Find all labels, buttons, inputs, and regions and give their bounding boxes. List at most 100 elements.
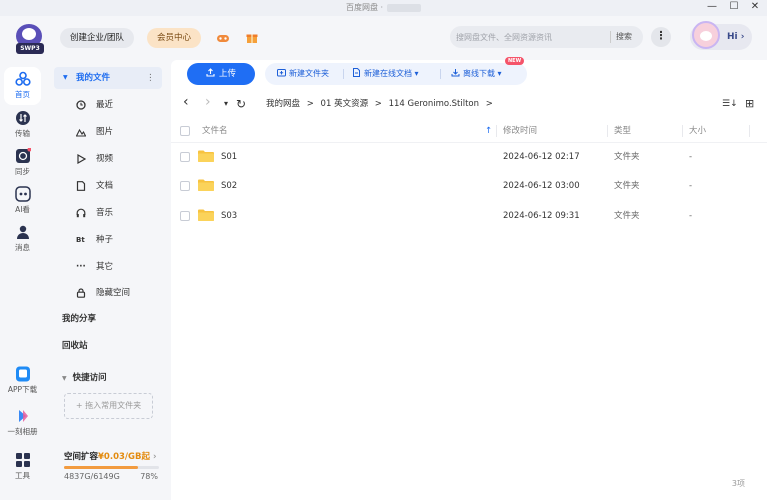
row-checkbox[interactable] [180,211,190,221]
search-input[interactable] [456,29,606,45]
more-menu-button[interactable]: ⋮ [651,27,671,47]
select-all-checkbox[interactable] [180,126,190,136]
offline-download-label: 离线下载 [463,69,495,78]
table-header: 文件名 ↑ 修改时间 类型 大小 [171,119,767,143]
other-icon: ··· [76,262,86,272]
quota-price: ¥0.03/GB起 [98,452,150,462]
sidebar-label-other: 其它 [96,262,114,272]
table-row[interactable]: S03 2024-06-12 09:31 文件夹 - [171,201,767,231]
sidebar-item-documents[interactable]: 文档 [54,175,162,197]
quota-upgrade[interactable]: 空间扩容¥0.03/GB起 › [64,450,164,462]
column-divider[interactable] [749,125,750,137]
table-row[interactable]: S01 2024-06-12 02:17 文件夹 - [171,142,767,172]
user-greeting-pill[interactable]: Hi › [690,21,752,50]
window-titlebar: 百度网盘 · — ☐ ✕ [0,0,767,16]
my-files-more-button[interactable]: ⋮ [146,67,155,89]
recycle-bin-link[interactable]: 回收站 [62,339,88,351]
breadcrumb-item-my-drive[interactable]: 我的网盘 [266,99,300,109]
breadcrumb-item-geronimo[interactable]: 114 Geronimo.Stilton [389,99,479,109]
user-avatar-face [700,31,712,41]
sidebar-label-images: 图片 [96,127,114,137]
profile-avatar[interactable]: SWP3 [14,24,46,54]
table-row[interactable]: S02 2024-06-12 03:00 文件夹 - [171,171,767,201]
new-online-doc-button[interactable]: 新建在线文档 ▾ [352,63,419,85]
history-dropdown-icon[interactable]: ▾ [224,96,228,112]
column-header-modified[interactable]: 修改时间 [503,119,537,143]
minimize-button[interactable]: — [702,0,722,16]
column-header-name[interactable]: 文件名 [202,119,228,143]
user-avatar [692,21,720,49]
file-name[interactable]: S01 [221,142,237,172]
offline-download-caret-icon: ▾ [497,69,502,78]
new-folder-button[interactable]: 新建文件夹 [277,63,329,85]
image-icon [76,128,86,137]
gamepad-icon[interactable] [216,31,230,45]
sidebar-item-music[interactable]: 音乐 [54,202,162,224]
sort-ascending-icon[interactable]: ↑ [485,119,492,143]
upload-button[interactable]: 上传 [187,63,255,85]
file-name[interactable]: S02 [221,171,237,201]
online-doc-caret-icon: ▾ [414,69,419,78]
column-header-size[interactable]: 大小 [689,119,706,143]
rail-item-message[interactable]: 消息 [0,224,45,253]
svip-badge: SWP3 [16,43,44,54]
quick-access-header[interactable]: ▼ 快捷访问 [62,371,107,383]
quota-label: 空间扩容 [64,452,99,462]
sort-icon[interactable]: ☰↓ [722,96,738,112]
create-team-button[interactable]: 创建企业/团队 [60,28,134,48]
search-box: 搜索 [450,26,643,48]
file-name[interactable]: S03 [221,201,237,231]
message-icon [16,225,29,239]
sidebar-label-music: 音乐 [96,208,114,218]
rail-item-app-download[interactable]: APP下载 [0,366,45,395]
breadcrumb-item-english-resources[interactable]: 01 英文资源 [321,99,369,109]
maximize-button[interactable]: ☐ [724,0,744,16]
breadcrumb-separator: > [306,99,314,109]
search-divider [610,31,611,43]
rail-item-album[interactable]: 一刻相册 [0,408,45,437]
gift-icon[interactable] [245,31,259,45]
close-button[interactable]: ✕ [745,0,765,16]
vip-center-button[interactable]: 会员中心 [147,28,202,48]
row-checkbox[interactable] [180,181,190,191]
my-share-link[interactable]: 我的分享 [62,312,96,324]
refresh-icon[interactable]: ↻ [236,96,246,112]
greeting-text: Hi › [727,24,744,50]
column-divider[interactable] [496,125,497,137]
main-panel: 上传 新建文件夹 新建在线文档 ▾ NEW 离线下载 ▾ ‹ › ▾ ↻ 我的网… [171,57,767,500]
window-title-text: 百度网盘 · [345,3,384,12]
sidebar-item-videos[interactable]: 视频 [54,148,162,170]
rail-item-tools[interactable]: 工具 [0,452,45,481]
rail-item-transfer[interactable]: 传输 [0,110,45,139]
rail-label-sync: 同步 [15,167,30,176]
offline-download-button[interactable]: 离线下载 ▾ [451,63,502,85]
rail-item-ai-view[interactable]: AI看 [0,186,45,215]
rail-label-album: 一刻相册 [7,427,38,436]
search-button[interactable]: 搜索 [616,26,632,48]
back-icon[interactable]: ‹ [183,94,189,110]
row-checkbox[interactable] [180,152,190,162]
storage-quota[interactable]: 空间扩容¥0.03/GB起 › 4837G/6149G 78% [64,450,164,484]
sidebar-item-hidden-space[interactable]: 隐藏空间 [54,282,162,304]
breadcrumb-separator: > [485,99,493,109]
add-favorite-folder-dropzone[interactable]: + 拖入常用文件夹 [64,393,153,419]
column-divider[interactable] [682,125,683,137]
forward-icon[interactable]: › [205,94,211,110]
file-size: - [689,211,693,221]
rail-item-sync[interactable]: 同步 [0,148,45,177]
file-size: - [689,152,693,162]
sidebar-item-torrent[interactable]: Bt 种子 [54,229,162,251]
column-divider[interactable] [607,125,608,137]
grid-view-icon[interactable]: ⊞ [745,96,754,112]
column-header-type[interactable]: 类型 [614,119,631,143]
rail-item-home[interactable]: 首页 [4,67,41,105]
sidebar-item-recent[interactable]: 最近 [54,94,162,116]
collapse-caret-icon[interactable]: ▼ [63,67,68,89]
greeting-label: Hi [727,32,738,42]
file-type: 文件夹 [614,181,640,191]
sidebar-item-other[interactable]: ··· 其它 [54,256,162,278]
sidebar-item-images[interactable]: 图片 [54,121,162,143]
transfer-icon [15,111,30,125]
new-badge: NEW [505,57,525,65]
sidebar-item-my-files[interactable]: ▼ 我的文件 ⋮ [54,67,162,89]
